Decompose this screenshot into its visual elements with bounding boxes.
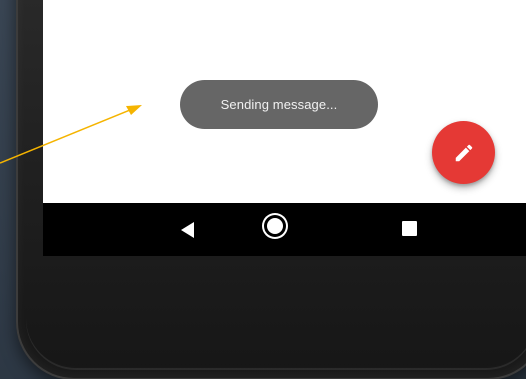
toast-message: Sending message... [180, 80, 378, 129]
home-circle-icon[interactable] [267, 218, 283, 234]
navigation-bar [43, 203, 526, 256]
pencil-icon [455, 144, 472, 161]
toast-text: Sending message... [220, 97, 338, 112]
back-triangle-icon[interactable] [181, 222, 194, 238]
compose-fab-button[interactable] [432, 121, 495, 184]
recents-square-icon[interactable] [402, 221, 417, 236]
